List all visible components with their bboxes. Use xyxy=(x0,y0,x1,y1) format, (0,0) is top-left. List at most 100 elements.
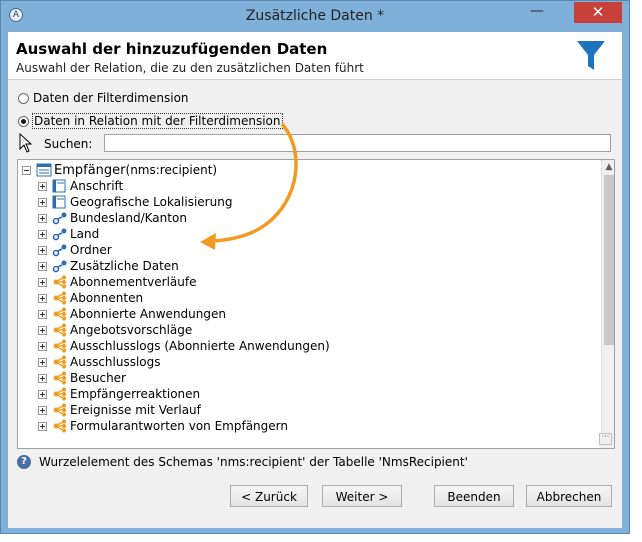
tree-root[interactable]: Empfänger (nms:recipient) xyxy=(22,162,217,178)
expand-icon[interactable] xyxy=(38,229,47,239)
expand-icon[interactable] xyxy=(38,261,47,271)
link-icon xyxy=(52,260,67,273)
minimize-button[interactable]: — xyxy=(524,4,550,21)
status-text: Wurzelelement des Schemas 'nms:recipient… xyxy=(39,455,468,469)
expand-icon[interactable] xyxy=(38,421,47,431)
expand-icon[interactable] xyxy=(38,197,47,207)
link-icon xyxy=(52,212,67,225)
tree-item[interactable]: Ereignisse mit Verlauf xyxy=(38,402,201,418)
tree-item-label: Besucher xyxy=(70,371,126,385)
table-icon xyxy=(36,163,52,177)
expand-icon[interactable] xyxy=(38,213,47,223)
table-icon xyxy=(52,195,66,209)
expand-icon[interactable] xyxy=(38,277,47,287)
title-bar[interactable]: A Zusätzliche Daten * — ✕ xyxy=(1,1,629,32)
collection-icon xyxy=(53,403,66,417)
page-subtitle: Auswahl der Relation, die zu den zusätzl… xyxy=(16,61,364,75)
help-icon: ? xyxy=(17,455,31,469)
tree-item[interactable]: Ausschlusslogs xyxy=(38,354,161,370)
tree-item-label: Zusätzliche Daten xyxy=(70,259,179,273)
next-button[interactable]: Weiter > xyxy=(322,485,402,507)
search-input[interactable] xyxy=(104,134,611,152)
tree-item-label: Anschrift xyxy=(70,179,124,193)
link-icon xyxy=(52,244,67,257)
filter-funnel-icon xyxy=(577,41,605,70)
tree-item[interactable]: Abonnenten xyxy=(38,290,143,306)
tree-item[interactable]: Empfängerreaktionen xyxy=(38,386,200,402)
expand-icon[interactable] xyxy=(38,341,47,351)
collection-icon xyxy=(53,355,66,369)
scroll-thumb[interactable] xyxy=(604,175,614,345)
collection-icon xyxy=(53,371,66,385)
collection-icon xyxy=(53,323,66,337)
tree-item[interactable]: Geografische Lokalisierung xyxy=(38,194,232,210)
tree-item-label: Ausschlusslogs xyxy=(70,355,161,369)
expand-icon[interactable] xyxy=(38,325,47,335)
dialog-body: Auswahl der hinzuzufügenden Daten Auswah… xyxy=(8,32,622,528)
tree-item[interactable]: Land xyxy=(38,226,99,242)
tree-item[interactable]: Bundesland/Kanton xyxy=(38,210,187,226)
tree-item[interactable]: Ordner xyxy=(38,242,112,258)
option-filter-dimension-label: Daten der Filterdimension xyxy=(33,91,189,105)
tree-item[interactable]: Abonnierte Anwendungen xyxy=(38,306,226,322)
collection-icon xyxy=(53,339,66,353)
mouse-cursor-icon xyxy=(19,133,33,153)
tree-item[interactable]: Anschrift xyxy=(38,178,123,194)
expand-icon[interactable] xyxy=(38,181,47,191)
cancel-button[interactable]: Abbrechen xyxy=(526,485,612,507)
expand-icon[interactable] xyxy=(38,357,47,367)
status-bar: ? Wurzelelement des Schemas 'nms:recipie… xyxy=(17,455,468,469)
expand-icon[interactable] xyxy=(38,389,47,399)
tree-item-label: Abonnierte Anwendungen xyxy=(70,307,226,321)
tree-item-label: Abonnenten xyxy=(70,291,144,305)
collection-icon xyxy=(53,419,66,433)
tree-item[interactable]: Ausschlusslogs (Abonnierte Anwendungen) xyxy=(38,338,330,354)
wizard-header: Auswahl der hinzuzufügenden Daten Auswah… xyxy=(8,32,622,80)
option-filter-dimension[interactable]: Daten der Filterdimension xyxy=(18,91,189,105)
tree-item-label: Ausschlusslogs (Abonnierte Anwendungen) xyxy=(70,339,330,353)
expand-icon[interactable] xyxy=(38,309,47,319)
tree-item-label: Angebotsvorschläge xyxy=(70,323,193,337)
tree-item-label: Abonnementverläufe xyxy=(70,275,197,289)
option-related-data[interactable]: Daten in Relation mit der Filterdimensio… xyxy=(18,113,283,129)
expand-icon[interactable] xyxy=(38,373,47,383)
scroll-up-arrow-icon[interactable]: ▲ xyxy=(602,160,614,174)
collection-icon xyxy=(53,387,66,401)
tree-item[interactable]: Formularantworten von Empfängern xyxy=(38,418,288,434)
finish-button[interactable]: Beenden xyxy=(434,485,514,507)
collection-icon xyxy=(53,291,66,305)
relation-tree[interactable]: Empfänger (nms:recipient) Anschrift Geogr… xyxy=(17,159,615,449)
option-related-data-label: Daten in Relation mit der Filterdimensio… xyxy=(32,113,283,129)
expand-icon[interactable] xyxy=(38,405,47,415)
tree-item-label: Geografische Lokalisierung xyxy=(70,195,233,209)
tree-item[interactable]: Abonnementverläufe xyxy=(38,274,196,290)
more-options-icon[interactable]: ··· xyxy=(599,433,612,445)
tree-scrollbar[interactable]: ▲ ▼ xyxy=(601,160,614,448)
tree-item[interactable]: Besucher xyxy=(38,370,126,386)
tree-item[interactable]: Zusätzliche Daten xyxy=(38,258,179,274)
collapse-icon[interactable] xyxy=(22,165,31,175)
collection-icon xyxy=(53,275,66,289)
close-button[interactable]: ✕ xyxy=(574,2,622,23)
radio-related-data[interactable] xyxy=(18,115,29,127)
collection-icon xyxy=(53,307,66,321)
link-icon xyxy=(52,228,67,241)
tree-item-label: Land xyxy=(70,227,100,241)
tree-item-label: Formularantworten von Empfängern xyxy=(70,419,288,433)
window-title: Zusätzliche Daten * xyxy=(245,8,385,24)
expand-icon[interactable] xyxy=(38,245,47,255)
tree-item-label: Bundesland/Kanton xyxy=(70,211,187,225)
table-icon xyxy=(52,179,66,193)
tree-item[interactable]: Angebotsvorschläge xyxy=(38,322,192,338)
tree-root-schema: (nms:recipient) xyxy=(125,163,218,177)
tree-item-label: Ordner xyxy=(70,243,112,257)
back-button[interactable]: < Zurück xyxy=(230,485,308,507)
tree-item-label: Empfängerreaktionen xyxy=(70,387,201,401)
expand-icon[interactable] xyxy=(38,293,47,303)
radio-filter-dimension[interactable] xyxy=(18,92,29,104)
page-title: Auswahl der hinzuzufügenden Daten xyxy=(16,40,328,58)
search-label: Suchen: xyxy=(44,137,93,151)
tree-root-label: Empfänger xyxy=(54,162,126,178)
tree-item-label: Ereignisse mit Verlauf xyxy=(70,403,201,417)
dialog-window: A Zusätzliche Daten * — ✕ Auswahl der hi… xyxy=(0,0,630,534)
